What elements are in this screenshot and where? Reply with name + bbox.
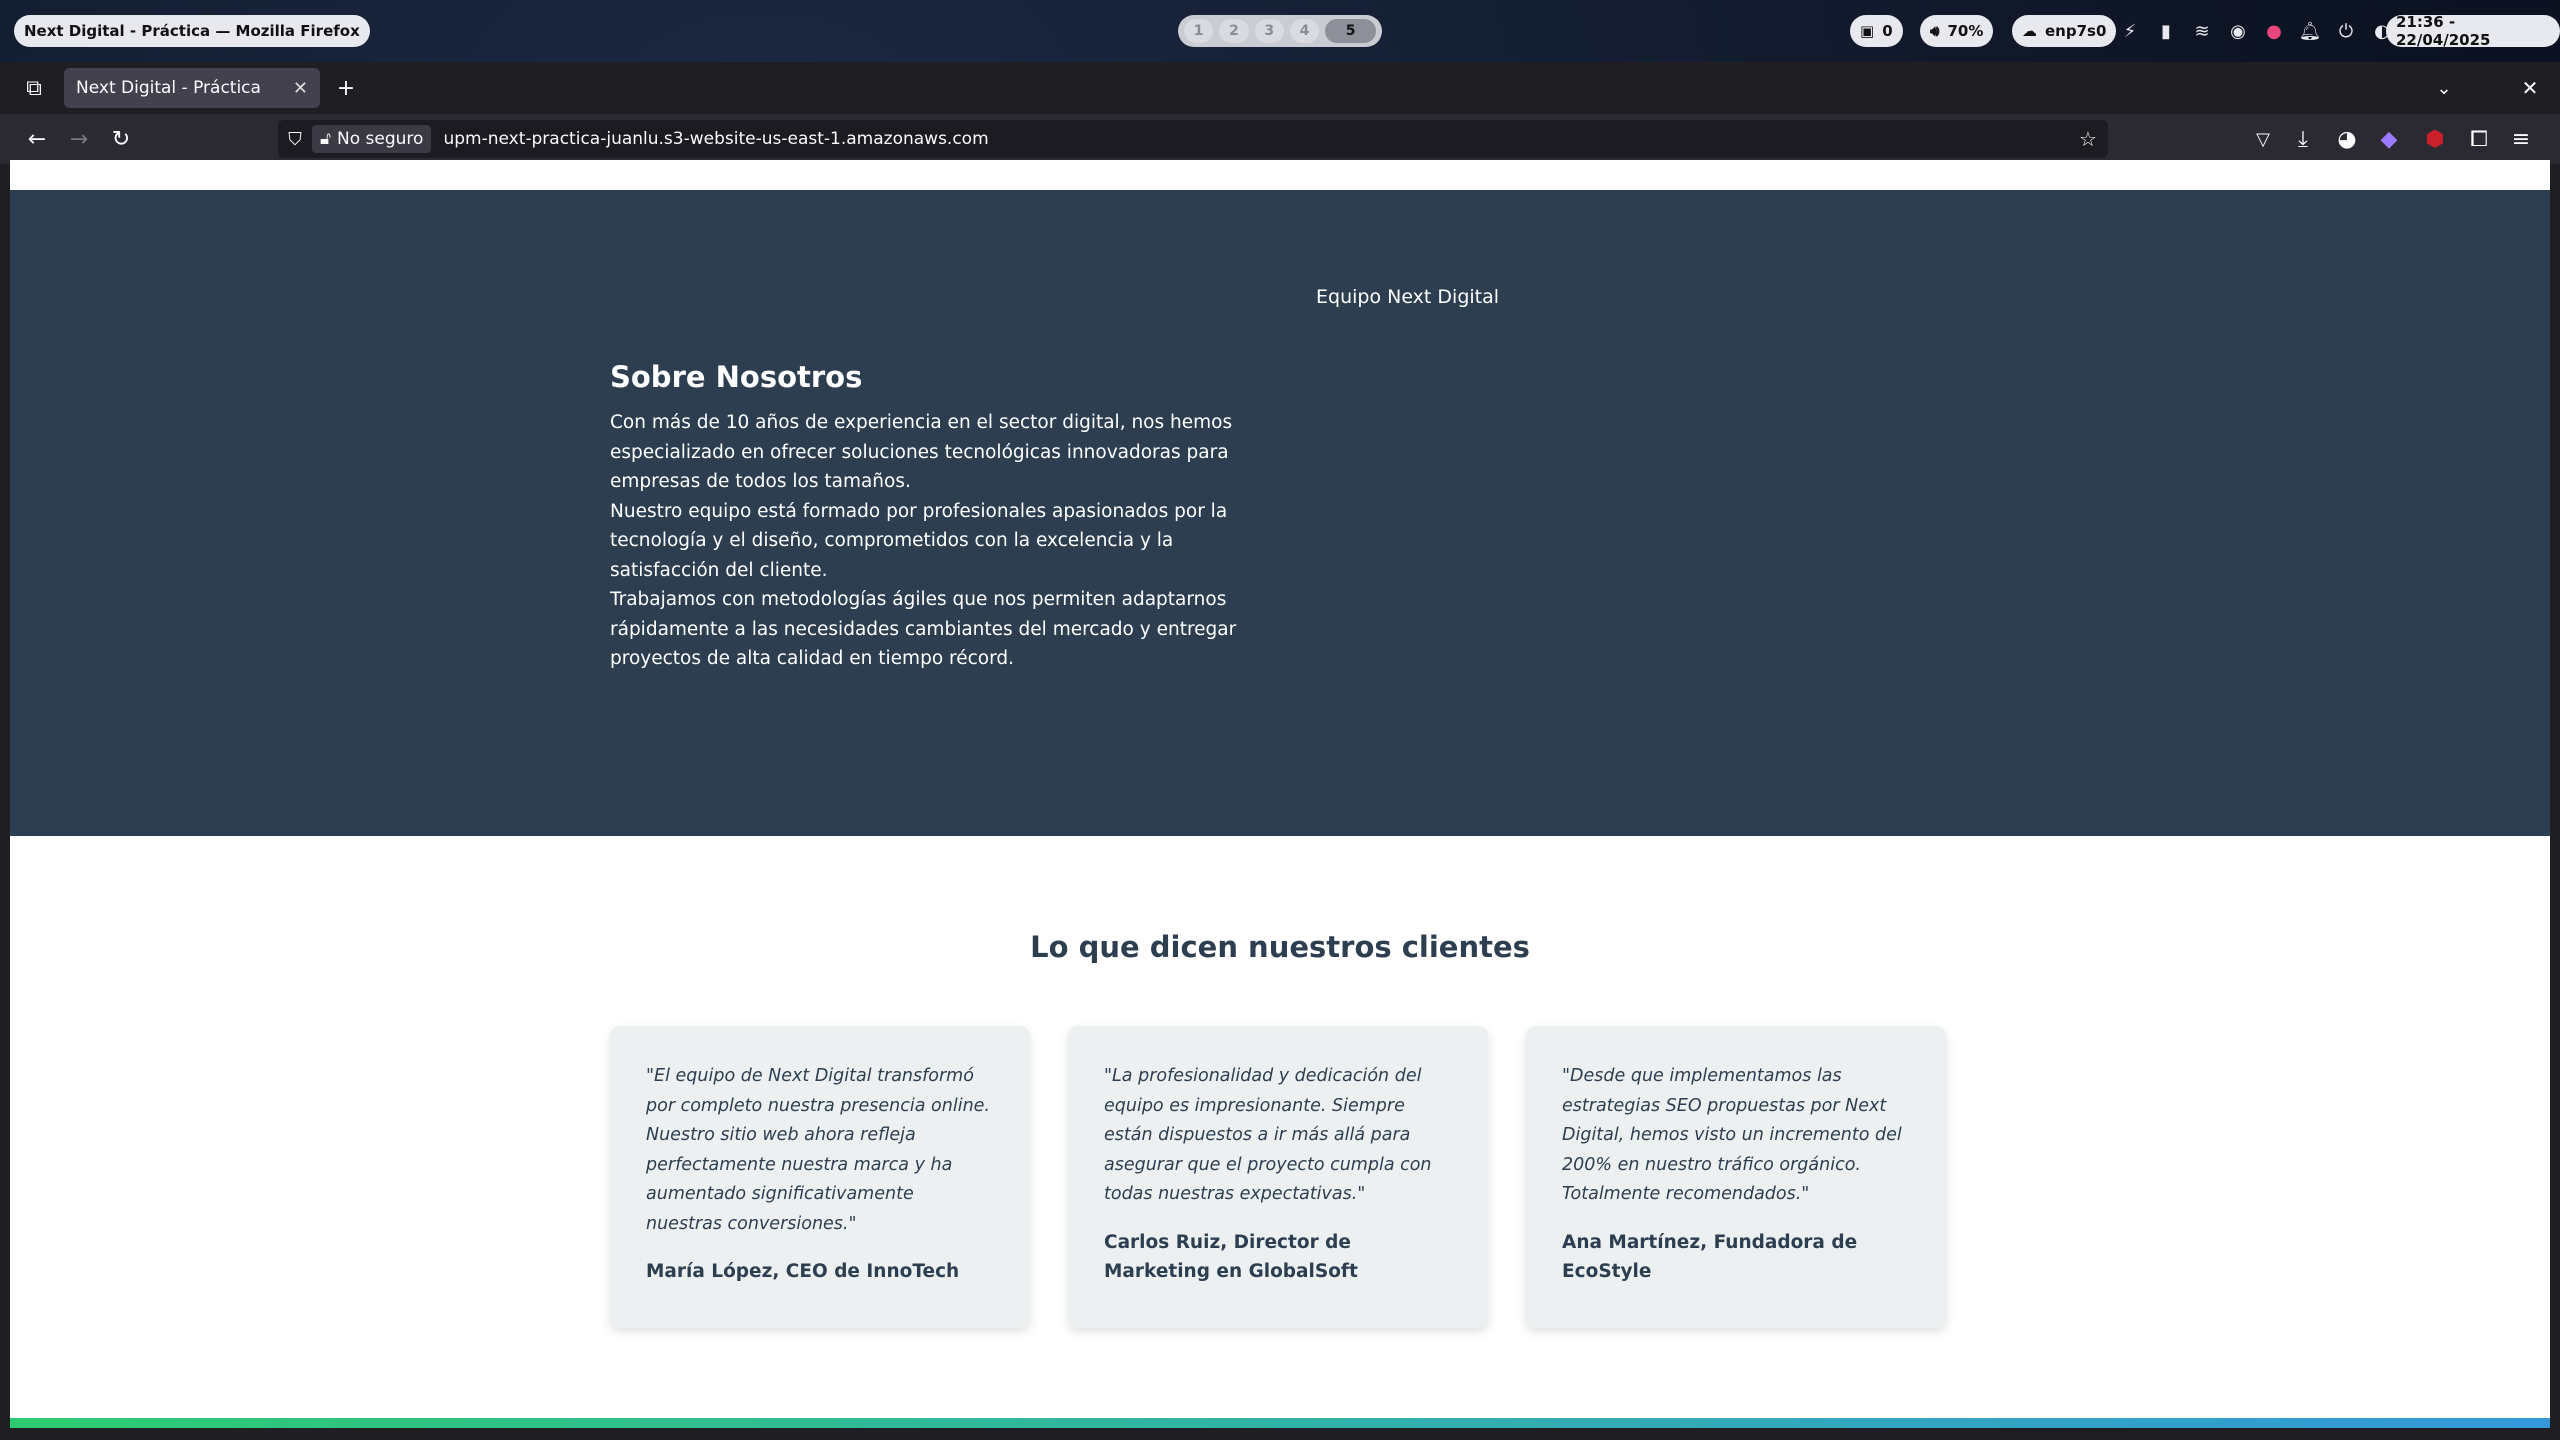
network-icon: ☁︎ — [2022, 22, 2037, 40]
workspace-3[interactable]: 3 — [1254, 19, 1284, 43]
power-profile-icon[interactable]: ⚡︎ — [2120, 21, 2140, 42]
extension-icon[interactable]: ◕ — [2334, 126, 2360, 152]
app-tray-icon[interactable]: ● — [2264, 21, 2284, 42]
pocket-icon[interactable]: ▽ — [2250, 126, 2276, 152]
tab-close-icon[interactable]: ✕ — [293, 78, 308, 99]
about-section: Equipo Next Digital Sobre Nosotros Con m… — [10, 190, 2550, 836]
layers-icon[interactable]: ≋ — [2192, 21, 2212, 42]
page-viewport: Equipo Next Digital Sobre Nosotros Con m… — [10, 160, 2550, 1428]
testimonial-author: María López, CEO de InnoTech — [646, 1261, 960, 1282]
tab-bar: ⧉ Next Digital - Práctica ✕ + ⌄ ✕ — [0, 62, 2560, 114]
stats-icon[interactable]: ▮ — [2156, 21, 2176, 42]
tracking-shield-icon[interactable]: ⛉ — [284, 128, 306, 150]
testimonial-author: Carlos Ruiz, Director de Marketing en Gl… — [1104, 1231, 1358, 1283]
system-bar: Next Digital - Práctica — Mozilla Firefo… — [0, 0, 2560, 62]
hamburger-menu-icon[interactable]: ≡ — [2508, 126, 2534, 152]
volume-indicator[interactable]: 🔊︎ 70% — [1920, 15, 1994, 47]
testimonial-quote: "El equipo de Next Digital transformó po… — [646, 1066, 990, 1234]
testimonial-author: Ana Martínez, Fundadora de EcoStyle — [1562, 1231, 1858, 1283]
window-title: Next Digital - Práctica — Mozilla Firefo… — [14, 15, 370, 47]
system-tray: ⚡︎ ▮ ≋ ◉ ● 🔔︎ ⏻ ◐ — [2120, 18, 2392, 44]
team-image-caption: Equipo Next Digital — [1316, 286, 1500, 308]
testimonial-quote: "La profesionalidad y dedicación del equ… — [1104, 1066, 1432, 1204]
workspace-2[interactable]: 2 — [1219, 19, 1249, 43]
about-paragraph: Nuestro equipo está formado por profesio… — [610, 500, 1228, 581]
workspace-5[interactable]: 5 — [1325, 19, 1376, 43]
network-indicator[interactable]: ☁︎ enp7s0 — [2012, 15, 2117, 47]
footer-accent-line — [10, 1418, 2550, 1428]
testimonials-grid: "El equipo de Next Digital transformó po… — [610, 1026, 1958, 1328]
reload-icon[interactable]: ↻ — [108, 126, 134, 152]
speaker-icon: 🔊︎ — [1930, 22, 1940, 40]
notification-icon: ▣ — [1860, 22, 1875, 40]
new-tab-icon[interactable]: + — [334, 76, 358, 101]
address-bar[interactable]: ⛉ 🔓︎ No seguro upm-next-practica-juanlu.… — [278, 120, 2108, 158]
discord-icon[interactable]: ◉ — [2228, 21, 2248, 42]
workspace-1[interactable]: 1 — [1184, 19, 1214, 43]
ublock-icon[interactable]: ⬢ — [2422, 126, 2448, 152]
clock[interactable]: 21:36 - 22/04/2025 — [2386, 13, 2560, 49]
testimonial-card: "La profesionalidad y dedicación del equ… — [1068, 1026, 1488, 1328]
security-label: No seguro — [337, 129, 424, 149]
security-indicator[interactable]: 🔓︎ No seguro — [312, 125, 432, 153]
testimonials-heading: Lo que dicen nuestros clientes — [1030, 930, 1530, 964]
network-name: enp7s0 — [2045, 22, 2107, 40]
about-paragraph: Trabajamos con metodologías ágiles que n… — [610, 589, 1237, 669]
downloads-icon[interactable]: ⤓ — [2290, 126, 2316, 152]
about-heading: Sobre Nosotros — [610, 360, 863, 394]
volume-level: 70% — [1947, 22, 1984, 40]
extensions-puzzle-icon[interactable]: ⧠ — [2466, 126, 2492, 152]
url-text: upm-next-practica-juanlu.s3-website-us-e… — [443, 129, 989, 149]
extension-diamond-icon[interactable]: ◆ — [2376, 126, 2402, 152]
workspace-switcher: 1 2 3 4 5 — [1178, 15, 1382, 47]
close-window-icon[interactable]: ✕ — [2518, 76, 2542, 100]
testimonial-card: "El equipo de Next Digital transformó po… — [610, 1026, 1030, 1328]
tab-title: Next Digital - Práctica — [76, 78, 261, 98]
bookmark-star-icon[interactable]: ☆ — [2076, 127, 2100, 151]
bell-icon[interactable]: 🔔︎ — [2299, 21, 2322, 42]
workspace-4[interactable]: 4 — [1289, 19, 1320, 43]
about-text: Con más de 10 años de experiencia en el … — [610, 408, 1260, 674]
tab-list-chevron-icon[interactable]: ⌄ — [2432, 76, 2456, 100]
power-icon[interactable]: ⏻ — [2336, 21, 2356, 42]
notification-counter[interactable]: ▣ 0 — [1850, 15, 1903, 47]
testimonial-card: "Desde que implementamos las estrategias… — [1526, 1026, 1946, 1328]
tab-overview-icon[interactable]: ⧉ — [22, 76, 46, 101]
forward-icon[interactable]: → — [66, 126, 92, 152]
notification-count: 0 — [1882, 22, 1893, 40]
back-icon[interactable]: ← — [24, 126, 50, 152]
tab-active[interactable]: Next Digital - Práctica ✕ — [64, 68, 320, 108]
testimonial-quote: "Desde que implementamos las estrategias… — [1562, 1066, 1902, 1204]
lock-insecure-icon: 🔓︎ — [320, 129, 332, 149]
navigation-toolbar: ← → ↻ ⛉ 🔓︎ No seguro upm-next-practica-j… — [0, 114, 2560, 164]
about-paragraph: Con más de 10 años de experiencia en el … — [610, 412, 1233, 492]
